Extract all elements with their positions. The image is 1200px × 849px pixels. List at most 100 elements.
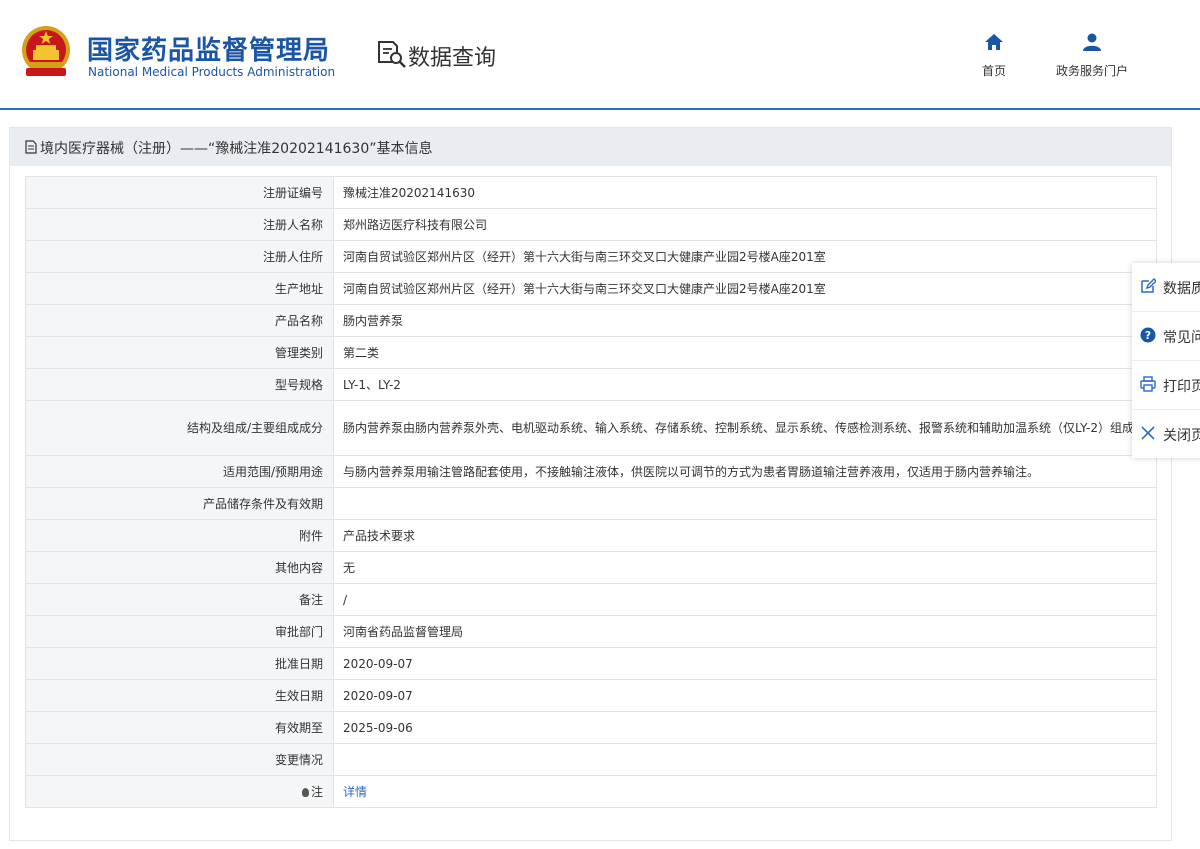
field-label: 注册证编号 xyxy=(25,176,334,209)
site-name-en: National Medical Products Administration xyxy=(88,65,336,79)
field-label: 型号规格 xyxy=(25,368,334,401)
field-label-text: 产品储存条件及有效期 xyxy=(202,496,323,511)
edit-icon xyxy=(1141,278,1156,293)
field-value-text: 豫械注准20202141630 xyxy=(343,185,475,200)
field-value: 肠内营养泵 xyxy=(333,304,1157,337)
field-label-text: 适用范围/预期用途 xyxy=(222,464,323,479)
field-value-text: / xyxy=(343,592,348,607)
close-icon xyxy=(1141,426,1155,440)
panel-header: 境内医疗器械（注册）——“豫械注准20202141630”基本信息 xyxy=(10,128,1171,166)
table-row: 注册人名称 郑州路迈医疗科技有限公司 xyxy=(25,208,1157,241)
header-divider xyxy=(0,108,1200,110)
table-row: 附件 产品技术要求 xyxy=(25,519,1157,552)
field-label: 注 xyxy=(25,775,334,808)
field-value-text: 肠内营养泵由肠内营养泵外壳、电机驱动系统、输入系统、存储系统、控制系统、显示系统… xyxy=(343,421,1146,435)
field-label-text: 注册证编号 xyxy=(262,185,323,200)
field-label: 变更情况 xyxy=(25,743,334,776)
field-value: 与肠内营养泵用输注管路配套使用，不接触输注液体，供医院以可调节的方式为患者胃肠道… xyxy=(333,455,1157,488)
field-value: 2025-09-06 xyxy=(333,711,1157,744)
details-link[interactable]: 详情 xyxy=(343,785,367,799)
field-value-text: 第二类 xyxy=(343,345,380,360)
table-row: 有效期至 2025-09-06 xyxy=(25,711,1157,744)
field-value: / xyxy=(333,583,1157,616)
field-label: 生效日期 xyxy=(25,679,334,712)
field-label-text: 生效日期 xyxy=(274,688,323,703)
field-value-text: 无 xyxy=(343,560,356,575)
help-icon: ? xyxy=(1140,327,1156,343)
field-value-text: 河南省药品监督管理局 xyxy=(343,624,464,639)
table-row: 结构及组成/主要组成成分 肠内营养泵由肠内营养泵外壳、电机驱动系统、输入系统、存储… xyxy=(25,400,1157,456)
field-value: 河南自贸试验区郑州片区（经开）第十六大街与南三环交叉口大健康产业园2号楼A座20… xyxy=(333,272,1157,305)
table-row: 产品名称 肠内营养泵 xyxy=(25,304,1157,337)
faq-button[interactable]: ? 常见问题 xyxy=(1132,312,1200,359)
field-label-text: 结构及组成/主要组成成分 xyxy=(186,421,323,435)
field-value-text: 河南自贸试验区郑州片区（经开）第十六大街与南三环交叉口大健康产业园2号楼A座20… xyxy=(343,281,826,296)
field-label: 注册人名称 xyxy=(25,208,334,241)
table-row: 变更情况 xyxy=(25,743,1157,776)
field-label-text: 批准日期 xyxy=(274,656,323,671)
field-value: 2020-09-07 xyxy=(333,679,1157,712)
data-query-icon xyxy=(378,41,406,68)
field-value: 详情 xyxy=(333,775,1157,808)
field-label-text: 有效期至 xyxy=(274,720,323,735)
field-label-text: 备注 xyxy=(298,592,323,607)
field-value: 2020-09-07 xyxy=(333,647,1157,680)
print-button[interactable]: 打印页面 xyxy=(1132,361,1200,408)
field-label: 备注 xyxy=(25,583,334,616)
field-label-text: 管理类别 xyxy=(274,345,323,360)
nav-home-label: 首页 xyxy=(981,64,1006,78)
field-value: 产品技术要求 xyxy=(333,519,1157,552)
site-name-cn: 国家药品监督管理局 xyxy=(87,36,331,66)
table-row: 适用范围/预期用途 与肠内营养泵用输注管路配套使用，不接触输注液体，供医院以可调节… xyxy=(25,455,1157,488)
field-value: 河南自贸试验区郑州片区（经开）第十六大街与南三环交叉口大健康产业园2号楼A座20… xyxy=(333,240,1157,273)
table-row: 生产地址 河南自贸试验区郑州片区（经开）第十六大街与南三环交叉口大健康产业园2号楼… xyxy=(25,272,1157,305)
field-label: 审批部门 xyxy=(25,615,334,648)
panel-title: 境内医疗器械（注册）——“豫械注准20202141630”基本信息 xyxy=(40,141,433,157)
field-label-text: 附件 xyxy=(298,528,323,543)
close-page-label: 关闭页面 xyxy=(1163,428,1200,444)
field-value-text: 2020-09-07 xyxy=(343,688,413,703)
print-icon xyxy=(1140,376,1156,392)
nav-portal-label: 政务服务门户 xyxy=(1055,64,1128,78)
field-label: 适用范围/预期用途 xyxy=(25,455,334,488)
table-row: 注册证编号 豫械注准20202141630 xyxy=(25,176,1157,209)
table-row: 其他内容 无 xyxy=(25,551,1157,584)
close-page-button[interactable]: 关闭页面 xyxy=(1132,410,1200,457)
field-label: 其他内容 xyxy=(25,551,334,584)
section-title: 数据查询 xyxy=(408,46,497,71)
field-value-text: 与肠内营养泵用输注管路配套使用，不接触输注液体，供医院以可调节的方式为患者胃肠道… xyxy=(343,464,1040,479)
svg-text:?: ? xyxy=(1145,329,1151,342)
field-label: 结构及组成/主要组成成分 xyxy=(25,400,334,456)
field-value-text: 2020-09-07 xyxy=(343,656,413,671)
field-label-text: 型号规格 xyxy=(274,377,323,392)
table-row: 管理类别 第二类 xyxy=(25,336,1157,369)
field-value xyxy=(333,487,1157,520)
field-value: 无 xyxy=(333,551,1157,584)
field-value-text: 产品技术要求 xyxy=(343,528,416,543)
nav-portal-link[interactable]: 政务服务门户 xyxy=(1042,32,1142,79)
field-label-text: 产品名称 xyxy=(274,313,323,328)
field-value-text: LY-1、LY-2 xyxy=(343,377,401,392)
field-label-text: 审批部门 xyxy=(274,624,323,639)
table-row: 批准日期 2020-09-07 xyxy=(25,647,1157,680)
field-label-text: 生产地址 xyxy=(274,281,323,296)
faq-label: 常见问题 xyxy=(1163,330,1200,346)
field-value: 河南省药品监督管理局 xyxy=(333,615,1157,648)
info-table: 注册证编号 豫械注准20202141630 注册人名称 郑州路迈医疗科技有限公司 注册人… xyxy=(25,176,1157,808)
data-quality-button[interactable]: 数据质量 xyxy=(1132,263,1200,310)
field-value xyxy=(333,743,1157,776)
nav-home-link[interactable]: 首页 xyxy=(973,32,1015,79)
home-icon xyxy=(985,34,1003,50)
field-label: 产品名称 xyxy=(25,304,334,337)
print-label: 打印页面 xyxy=(1163,379,1200,395)
field-value: 肠内营养泵由肠内营养泵外壳、电机驱动系统、输入系统、存储系统、控制系统、显示系统… xyxy=(333,400,1157,456)
site-header: 国家药品监督管理局 National Medical Products Admi… xyxy=(0,0,1200,108)
field-label: 附件 xyxy=(25,519,334,552)
field-value-text: 2025-09-06 xyxy=(343,720,413,735)
table-row: 产品储存条件及有效期 xyxy=(25,487,1157,520)
field-label-text: 变更情况 xyxy=(274,752,323,767)
field-value: LY-1、LY-2 xyxy=(333,368,1157,401)
field-label: 管理类别 xyxy=(25,336,334,369)
field-label: 生产地址 xyxy=(25,272,334,305)
field-label: 批准日期 xyxy=(25,647,334,680)
